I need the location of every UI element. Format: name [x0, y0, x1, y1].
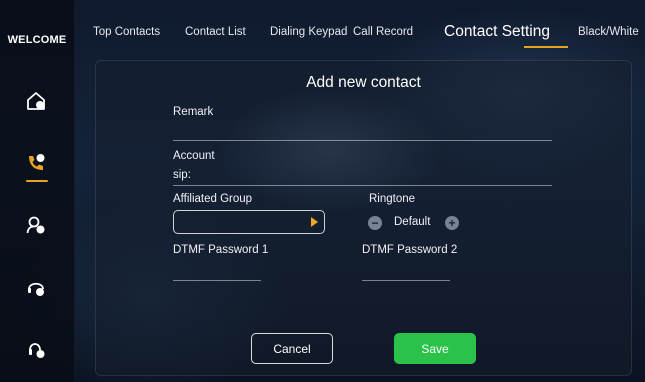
sidebar-item-headset-settings[interactable] [21, 334, 51, 364]
sidebar-item-contacts[interactable] [21, 148, 51, 178]
account-input[interactable]: sip: [173, 169, 552, 183]
tab-dialing-keypad[interactable]: Dialing Keypad [270, 26, 347, 38]
dtmf-password-2-input[interactable] [362, 264, 450, 278]
minus-icon[interactable]: − [368, 216, 382, 230]
dtmf-password-2-underline [362, 280, 450, 281]
account-underline [173, 185, 552, 186]
headset-icon [28, 282, 44, 296]
ringtone-label: Ringtone [369, 193, 416, 205]
headset-settings-icon [29, 343, 45, 358]
cancel-button[interactable]: Cancel [251, 333, 333, 364]
tab-contact-setting[interactable]: Contact Setting [444, 23, 550, 41]
active-tab-indicator [524, 46, 568, 48]
user-settings-icon [26, 216, 45, 234]
ringtone-value: Default [394, 216, 431, 228]
sidebar-item-home[interactable] [21, 86, 51, 116]
affiliated-group-select[interactable] [173, 210, 325, 234]
dialog-title: Add new contact [306, 74, 421, 91]
dtmf-password-1-input[interactable] [173, 264, 261, 278]
sidebar-active-indicator [26, 180, 48, 182]
dtmf-password-1-label: DTMF Password 1 [173, 244, 269, 256]
dtmf-password-2-label: DTMF Password 2 [362, 244, 458, 256]
remark-label: Remark [173, 106, 214, 118]
sidebar: WELCOME [0, 0, 75, 382]
tab-call-record[interactable]: Call Record [353, 26, 413, 38]
sidebar-item-headset[interactable] [21, 272, 51, 302]
welcome-label: WELCOME [7, 34, 67, 46]
phone-icon [29, 154, 45, 170]
chevron-right-icon[interactable] [311, 217, 318, 227]
dtmf-password-1-underline [173, 280, 261, 281]
plus-icon[interactable]: + [445, 216, 459, 230]
remark-underline [173, 140, 552, 141]
home-icon [27, 92, 45, 110]
add-contact-dialog: Add new contact Remark Account sip: Affi… [95, 60, 632, 376]
tab-contact-list[interactable]: Contact List [185, 26, 246, 38]
tab-top-contacts[interactable]: Top Contacts [93, 26, 160, 38]
top-tab-bar: Top Contacts Contact List Dialing Keypad… [74, 0, 645, 48]
save-button[interactable]: Save [394, 333, 476, 364]
tab-black-white[interactable]: Black/White [578, 26, 639, 38]
account-label: Account [173, 150, 215, 162]
sidebar-item-user-settings[interactable] [21, 210, 51, 240]
affiliated-group-label: Affiliated Group [173, 193, 253, 205]
